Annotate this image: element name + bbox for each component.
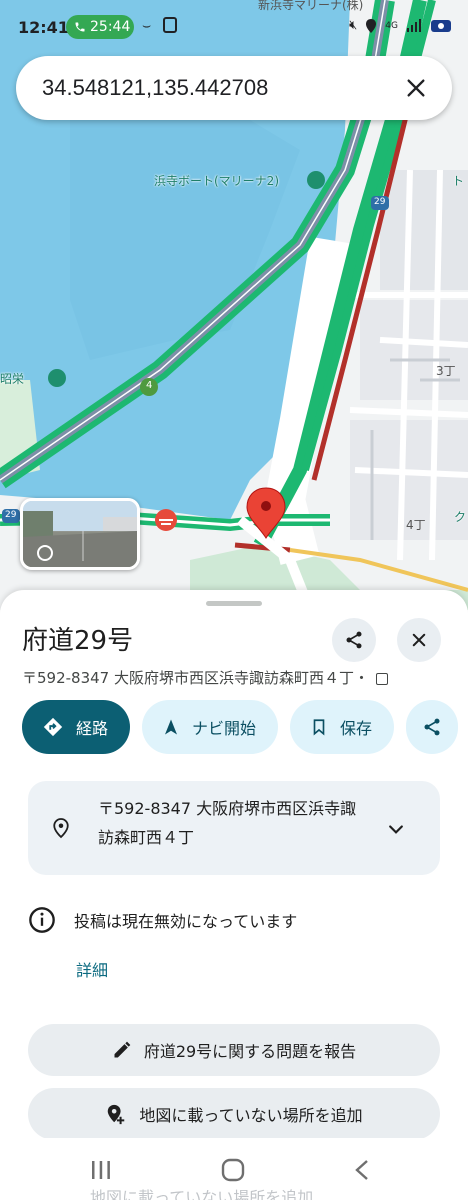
report-problem-label: 府道29号に関する問題を報告: [143, 1042, 357, 1061]
system-nav-bar: 地図に載っていない場所を追加: [0, 1138, 468, 1200]
info-icon: [29, 907, 55, 933]
address-card[interactable]: 〒592-8347 大阪府堺市西区浜寺諏訪森町西４丁: [28, 781, 440, 875]
home-icon[interactable]: [221, 1158, 245, 1182]
save-label: 保存: [340, 719, 373, 738]
place-subtitle: 〒592-8347 大阪府堺市西区浜寺諏訪森町西４丁・: [22, 667, 452, 688]
route-4-text: 4: [146, 380, 153, 391]
bookmark-icon: [313, 719, 325, 736]
location-icon: [366, 18, 377, 33]
info-row: 投稿は現在無効になっています: [28, 903, 440, 937]
pencil-icon: [114, 1041, 131, 1058]
call-duration: 25:44: [90, 19, 131, 35]
status-bar: 12:41 25:44 ⌣ 🔇︎ 4G: [0, 0, 468, 56]
map-label-edge-ku: ク: [454, 510, 467, 524]
add-missing-place-label: 地図に載っていない場所を追加: [139, 1106, 363, 1125]
map-label-block-4: 4丁: [406, 518, 426, 532]
share-chip-button[interactable]: [406, 700, 459, 754]
map-label-shouei[interactable]: 昭栄: [0, 370, 24, 387]
close-icon: [407, 79, 425, 97]
status-time: 12:41: [18, 18, 69, 37]
start-navigation-label: ナビ開始: [192, 719, 257, 738]
back-icon[interactable]: [354, 1159, 370, 1181]
save-button[interactable]: 保存: [290, 700, 395, 754]
share-icon: [424, 718, 440, 736]
share-icon: [346, 631, 362, 649]
street-view-image: [23, 501, 137, 567]
phone-icon: [75, 22, 85, 32]
drag-handle[interactable]: [206, 601, 262, 606]
close-icon: [412, 633, 426, 647]
overlap-ghost-text: 地図に載っていない場所を追加: [90, 1188, 314, 1200]
share-button[interactable]: [332, 618, 376, 662]
address-text: 〒592-8347 大阪府堺市西区浜寺諏訪森町西４丁: [98, 799, 357, 847]
map-label-edge-to: ト: [452, 174, 465, 188]
search-query[interactable]: 34.548121,135.442708: [42, 75, 398, 101]
route-29-left-text: 29: [5, 510, 17, 520]
directions-button[interactable]: 経路: [22, 700, 131, 754]
recent-apps-icon[interactable]: [90, 1160, 112, 1180]
directions-icon: [43, 717, 63, 737]
status-icons: 🔇︎ 4G: [349, 18, 454, 33]
start-navigation-button[interactable]: ナビ開始: [142, 700, 279, 754]
transit-icon: [375, 672, 388, 685]
add-missing-place-button[interactable]: 地図に載っていない場所を追加: [28, 1088, 440, 1140]
clear-search-button[interactable]: [398, 70, 434, 106]
add-location-icon: [108, 1104, 125, 1125]
app-notification-icon: [163, 17, 177, 33]
directions-label: 経路: [76, 719, 109, 738]
route-29-text: 29: [374, 197, 386, 207]
shouei-marina-icon[interactable]: [48, 369, 66, 387]
place-bottom-sheet[interactable]: 府道29号 〒592-8347 大阪府堺市西区浜寺諏訪森町西４丁・ 経路 ナビ開…: [0, 590, 468, 1200]
action-chips: 経路 ナビ開始 保存: [22, 700, 468, 754]
network-type: 4G: [385, 20, 398, 31]
map-label-marina[interactable]: 浜寺ボート(マリーナ2): [154, 172, 279, 189]
ongoing-call-pill[interactable]: 25:44: [66, 15, 134, 39]
search-bar[interactable]: 34.548121,135.442708: [16, 56, 452, 120]
navigation-icon: [165, 719, 178, 735]
chevron-down-icon[interactable]: [386, 819, 406, 839]
location-pin-outline-icon: [53, 818, 69, 839]
map-label-block-3: 3丁: [436, 364, 456, 378]
info-text: 投稿は現在無効になっています: [74, 912, 298, 931]
signal-icon: [407, 18, 421, 32]
place-title: 府道29号: [22, 626, 134, 656]
place-subtitle-text: 〒592-8347 大阪府堺市西区浜寺諏訪森町西４丁・: [22, 669, 369, 687]
report-problem-button[interactable]: 府道29号に関する問題を報告: [28, 1024, 440, 1076]
battery-icon: [431, 19, 451, 32]
details-link[interactable]: 詳細: [76, 957, 108, 981]
mute-icon: ⌣: [142, 18, 152, 34]
volume-off-icon: 🔇︎: [349, 18, 358, 33]
marina-icon[interactable]: [307, 171, 325, 189]
street-view-thumbnail[interactable]: [20, 498, 140, 570]
close-sheet-button[interactable]: [397, 618, 441, 662]
